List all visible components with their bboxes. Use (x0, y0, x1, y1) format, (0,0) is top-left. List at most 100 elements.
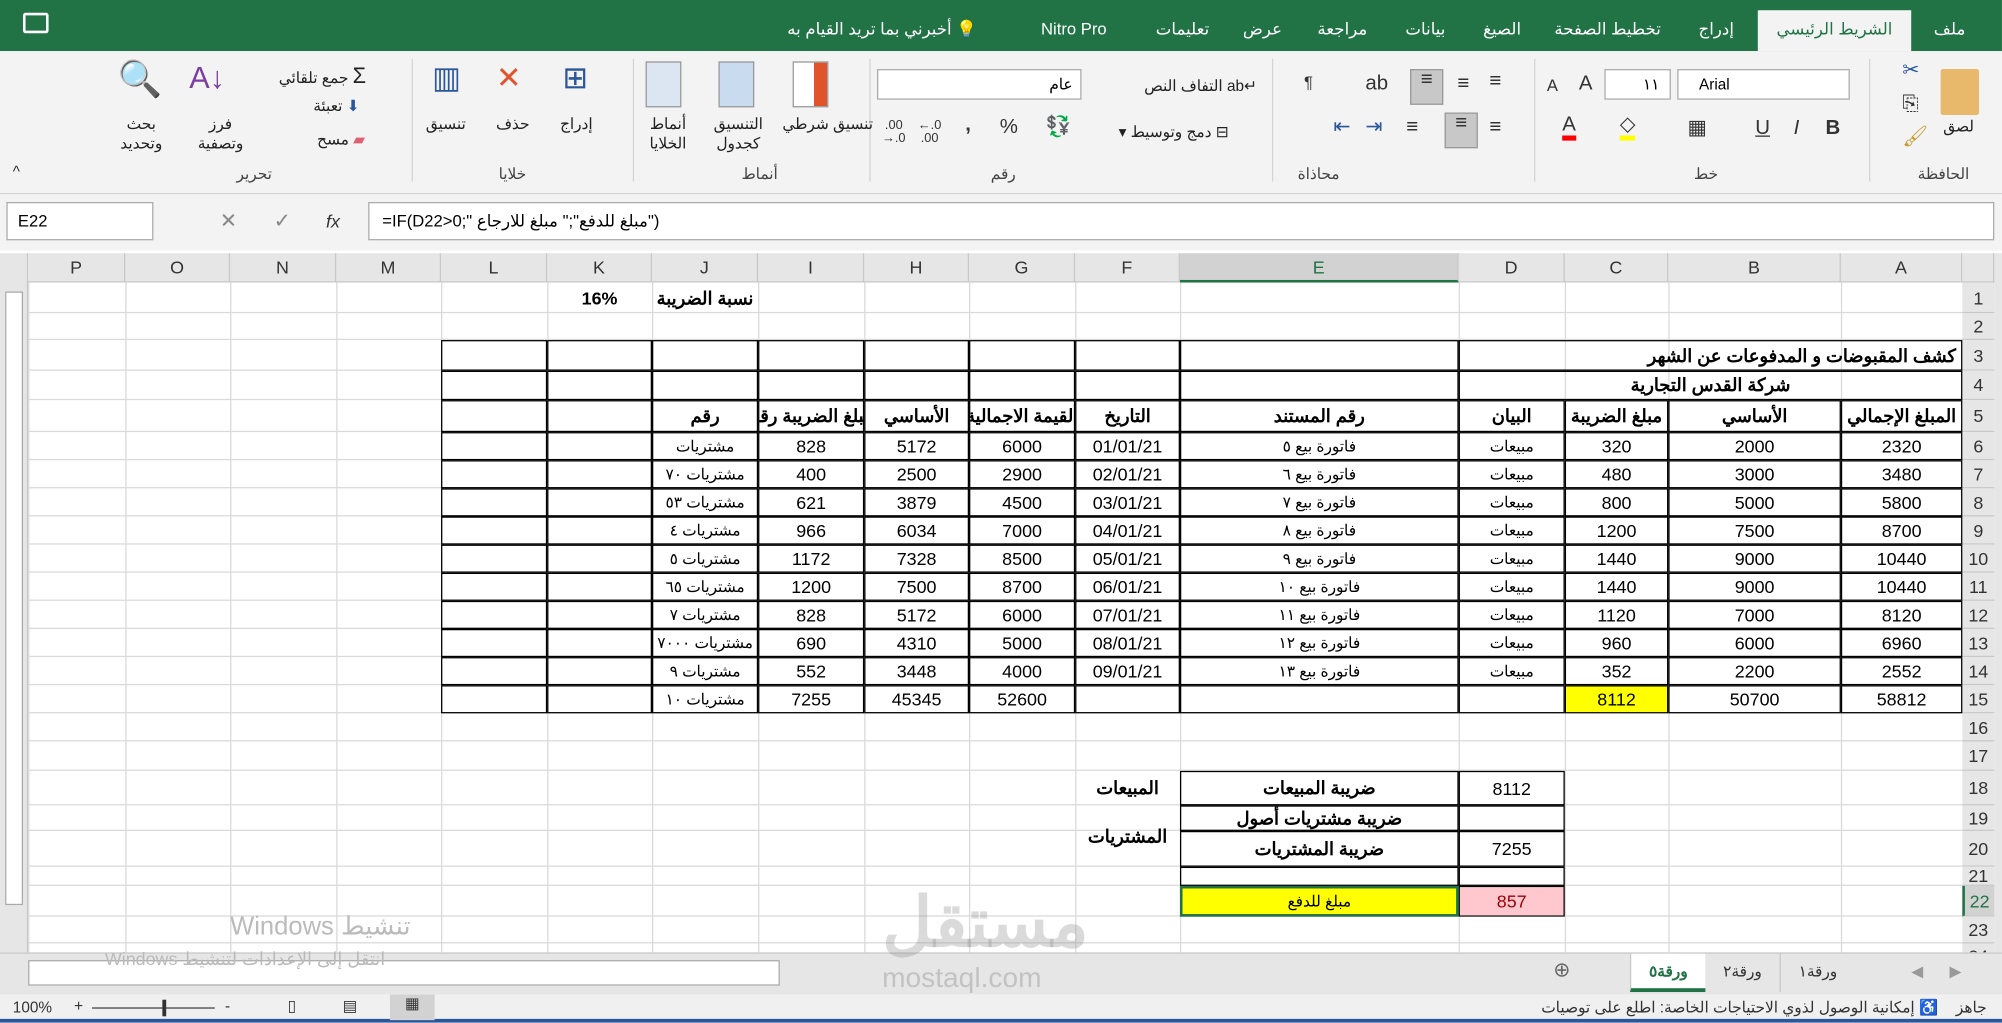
column-header-k[interactable]: K (547, 253, 652, 283)
increase-indent-icon[interactable]: ⇥ (1365, 117, 1382, 138)
cell-b6[interactable]: 2000 (1670, 433, 1840, 459)
cell-a8[interactable]: 5800 (1842, 490, 1961, 516)
paste-icon[interactable] (1940, 69, 1979, 116)
cell-e11[interactable]: فاتورة بيع ١٠ (1181, 574, 1457, 600)
cell-j9[interactable]: مشتريات ٤ (653, 518, 757, 544)
column-header-o[interactable]: O (125, 253, 231, 283)
cell-b9[interactable]: 7500 (1670, 518, 1840, 544)
cell-e20[interactable]: ضريبة المشتريات (1181, 832, 1457, 865)
delete-cells-icon[interactable]: ✕ (496, 63, 522, 95)
sort-filter-button[interactable]: فرز وتصفية (192, 115, 250, 153)
row-header-20[interactable]: 20 (1962, 830, 1995, 867)
cell-i14[interactable]: 552 (759, 658, 863, 684)
sheet-tab[interactable]: ورقة١ (1779, 953, 1855, 993)
cell-f9[interactable]: 04/01/21 (1076, 518, 1178, 544)
zoom-slider-handle[interactable] (162, 999, 167, 1017)
row-header-19[interactable]: 19 (1962, 805, 1995, 831)
cell-a13[interactable]: 6960 (1842, 630, 1961, 656)
cut-icon[interactable]: ✂ (1902, 61, 1919, 81)
row-header-15[interactable]: 15 (1962, 685, 1995, 714)
text-direction-icon[interactable]: ¶ (1304, 74, 1313, 91)
cell-h7[interactable]: 2500 (865, 462, 967, 488)
tell-me-search[interactable]: 💡 أخبرني بما تريد القيام به (767, 10, 997, 51)
zoom-in-icon[interactable]: + (74, 997, 83, 1015)
cell-j10[interactable]: مشتريات ٥ (653, 546, 757, 572)
cell-f18[interactable]: المبيعات (1076, 772, 1178, 804)
page-layout-view-icon[interactable]: ▤ (343, 997, 358, 1015)
cell-j5[interactable]: رقم (653, 401, 757, 430)
cell-a7[interactable]: 3480 (1842, 462, 1961, 488)
row-header-11[interactable]: 11 (1962, 572, 1995, 601)
format-as-table-button[interactable]: التنسيق كجدول (703, 115, 773, 153)
cell-i6[interactable]: 828 (759, 433, 863, 459)
cell-f14[interactable]: 09/01/21 (1076, 658, 1178, 684)
cell-i12[interactable]: 828 (759, 602, 863, 628)
tab-review[interactable]: مراجعة (1304, 10, 1381, 51)
cell-j14[interactable]: مشتريات ٩ (653, 658, 757, 684)
cell-c13[interactable]: 960 (1566, 630, 1667, 656)
decrease-decimal-icon[interactable]: .00 →.0 (882, 120, 905, 146)
vertical-scrollbar[interactable] (0, 253, 29, 953)
cell-e14[interactable]: فاتورة بيع ١٣ (1181, 658, 1457, 684)
column-header-m[interactable]: M (336, 253, 442, 283)
row-header-9[interactable]: 9 (1962, 516, 1995, 545)
cell-h11[interactable]: 7500 (865, 574, 967, 600)
column-header-n[interactable]: N (230, 253, 337, 283)
cell-a9[interactable]: 8700 (1842, 518, 1961, 544)
zoom-out-icon[interactable]: - (225, 997, 230, 1015)
cell-f6[interactable]: 01/01/21 (1076, 433, 1178, 459)
cell-e10[interactable]: فاتورة بيع ٩ (1181, 546, 1457, 572)
cell-j8[interactable]: مشتريات ٥٣ (653, 490, 757, 516)
row-header-24[interactable]: 24 (1962, 943, 1995, 953)
conditional-formatting-button[interactable]: تنسيق شرطي (782, 115, 873, 134)
cell-d13[interactable]: مبيعات (1460, 630, 1564, 656)
wrap-text-button[interactable]: التفاف النص ab↵ (1144, 77, 1257, 95)
row-header-7[interactable]: 7 (1962, 460, 1995, 489)
sheet-tab[interactable]: ورقة٢ (1704, 953, 1779, 993)
row-header-5[interactable]: 5 (1962, 400, 1995, 433)
cell-h14[interactable]: 3448 (865, 658, 967, 684)
cell-j6[interactable]: مشتريات (653, 433, 757, 459)
cell-d12[interactable]: مبيعات (1460, 602, 1564, 628)
cell-g7[interactable]: 2900 (970, 462, 1074, 488)
cell-a3[interactable]: كشف المقبوضات و المدفوعات عن الشهر (1460, 341, 1961, 369)
clear-button[interactable]: مسح ▰ (317, 130, 365, 148)
cell-c11[interactable]: 1440 (1566, 574, 1667, 600)
cell-f7[interactable]: 02/01/21 (1076, 462, 1178, 488)
find-select-button[interactable]: بحث وتحديد (112, 115, 170, 153)
column-header-c[interactable]: C (1564, 253, 1669, 283)
align-left-icon[interactable]: ≡ (1406, 117, 1418, 138)
cell-c9[interactable]: 1200 (1566, 518, 1667, 544)
row-header-4[interactable]: 4 (1962, 370, 1995, 401)
format-cells-icon[interactable]: ▥ (432, 63, 461, 95)
cell-f11[interactable]: 06/01/21 (1076, 574, 1178, 600)
tab-page-layout[interactable]: تخطيط الصفحة (1540, 10, 1674, 51)
format-painter-icon[interactable]: 🖌 (1902, 127, 1928, 148)
cell-d22[interactable]: 857 (1459, 887, 1564, 916)
cell-j15[interactable]: مشتريات ١٠ (653, 687, 757, 713)
format-as-table-icon[interactable] (718, 61, 755, 108)
cell-g6[interactable]: 6000 (970, 433, 1074, 459)
tab-formulas[interactable]: الصيغ (1470, 10, 1534, 51)
cell-e12[interactable]: فاتورة بيع ١١ (1181, 602, 1457, 628)
cell-b14[interactable]: 2200 (1670, 658, 1840, 684)
cell-b15[interactable]: 50700 (1670, 687, 1840, 713)
align-middle-icon[interactable]: ≡ (1457, 74, 1469, 94)
cell-b12[interactable]: 7000 (1670, 602, 1840, 628)
italic-button[interactable]: I (1794, 118, 1800, 139)
insert-cells-icon[interactable]: ⊞ (562, 63, 588, 95)
cell-e13[interactable]: فاتورة بيع ١٢ (1181, 630, 1457, 656)
comma-button[interactable]: , (965, 114, 971, 135)
tab-help[interactable]: تعليمات (1144, 10, 1221, 51)
column-header-p[interactable]: P (28, 253, 126, 283)
cell-a4[interactable]: شركة القدس التجارية (1460, 372, 1961, 399)
cell-d18[interactable]: 8112 (1460, 772, 1564, 804)
insert-cells-button[interactable]: إدراج (560, 115, 593, 133)
cell-g8[interactable]: 4500 (970, 490, 1074, 516)
cell-c15[interactable]: 8112 (1566, 686, 1668, 713)
row-header-3[interactable]: 3 (1962, 340, 1995, 371)
column-header-b[interactable]: B (1668, 253, 1841, 283)
cell-c12[interactable]: 1120 (1566, 602, 1667, 628)
page-break-view-icon[interactable]: ▯ (288, 997, 296, 1015)
fill-button[interactable]: تعبئة ⬇ (313, 97, 359, 115)
